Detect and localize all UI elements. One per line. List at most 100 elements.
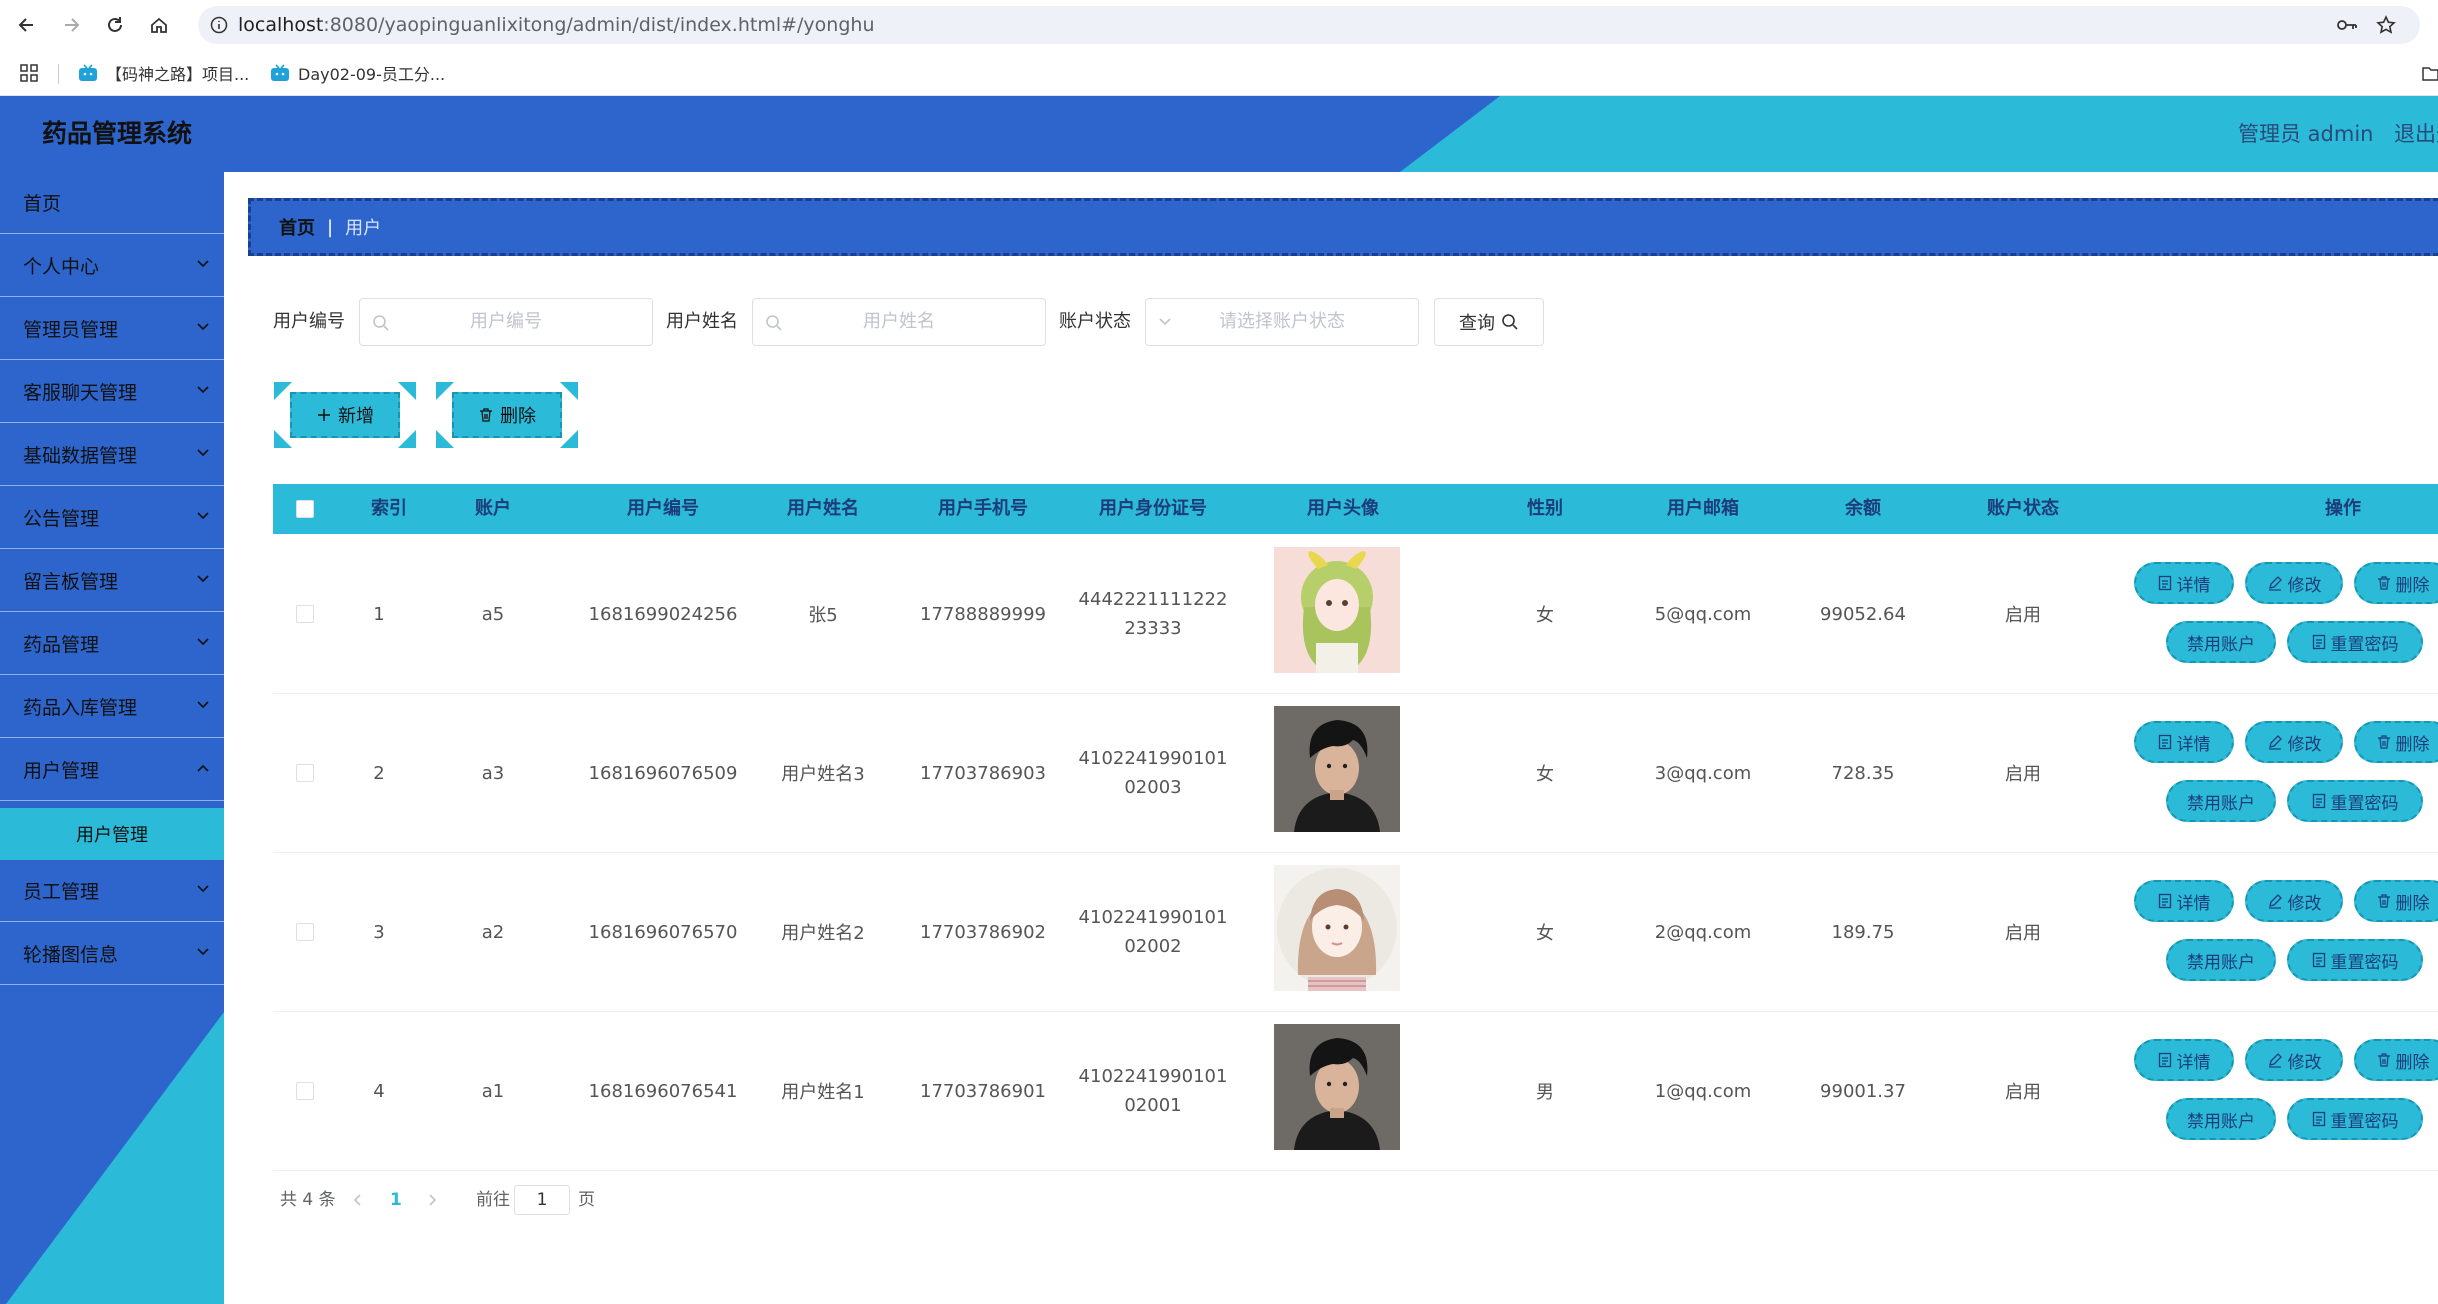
chevron-down-icon bbox=[196, 574, 210, 584]
sidebar-item-drug-stock-in[interactable]: 药品入库管理 bbox=[0, 676, 224, 738]
sidebar-item-drug[interactable]: 药品管理 bbox=[0, 613, 224, 675]
user-name-input[interactable]: 用户姓名 bbox=[752, 298, 1046, 346]
document-icon bbox=[2158, 734, 2172, 750]
cell-balance: 728.35 bbox=[1831, 762, 1895, 784]
table-row: 2 a3 1681696076509 用户姓名3 17703786903 410… bbox=[273, 694, 2438, 853]
row-checkbox[interactable] bbox=[296, 605, 314, 623]
pagination-goto-label: 前往 bbox=[476, 1190, 510, 1210]
bookmark-item-2[interactable]: Day02-09-员工分... bbox=[270, 60, 445, 86]
detail-button[interactable]: 详情 bbox=[2134, 1039, 2234, 1081]
sidebar-subitem-user-management[interactable]: 用户管理 bbox=[0, 808, 224, 860]
detail-button[interactable]: 详情 bbox=[2134, 721, 2234, 763]
sidebar-item-message-board[interactable]: 留言板管理 bbox=[0, 550, 224, 612]
apps-grid-icon[interactable] bbox=[20, 64, 38, 82]
trash-icon bbox=[478, 407, 494, 423]
reset-password-button[interactable]: 重置密码 bbox=[2287, 780, 2423, 822]
select-all-checkbox[interactable] bbox=[296, 500, 314, 518]
column-header-phone: 用户手机号 bbox=[938, 498, 1028, 519]
disable-account-button[interactable]: 禁用账户 bbox=[2166, 1098, 2276, 1140]
cell-email: 3@qq.com bbox=[1654, 762, 1752, 784]
detail-button[interactable]: 详情 bbox=[2134, 880, 2234, 922]
app-title: 药品管理系统 bbox=[42, 119, 193, 148]
bookmark-star-icon[interactable] bbox=[2376, 15, 2396, 35]
table-row: 4 a1 1681696076541 用户姓名1 17703786901 410… bbox=[273, 1012, 2438, 1171]
add-button[interactable]: 新增 bbox=[274, 382, 416, 448]
disable-account-button[interactable]: 禁用账户 bbox=[2166, 621, 2276, 663]
delete-button[interactable]: 删除 bbox=[2354, 562, 2438, 604]
edit-button[interactable]: 修改 bbox=[2245, 562, 2343, 604]
document-icon bbox=[2158, 893, 2172, 909]
edit-button[interactable]: 修改 bbox=[2245, 721, 2343, 763]
detail-button[interactable]: 详情 bbox=[2134, 562, 2234, 604]
cell-account: a2 bbox=[481, 921, 505, 943]
cell-id-card: 4102241990101 02002 bbox=[1078, 907, 1228, 957]
button-corner-decoration bbox=[560, 430, 578, 448]
table-header: 索引 账户 用户编号 用户姓名 用户手机号 用户身份证号 用户头像 性别 用户邮… bbox=[273, 484, 2438, 534]
disable-account-button[interactable]: 禁用账户 bbox=[2166, 780, 2276, 822]
batch-delete-button-body[interactable]: 删除 bbox=[452, 392, 562, 438]
column-header-balance: 余额 bbox=[1845, 498, 1881, 519]
chevron-down-icon bbox=[1158, 317, 1408, 327]
column-header-status: 账户状态 bbox=[1987, 498, 2059, 519]
sidebar-item-notice[interactable]: 公告管理 bbox=[0, 487, 224, 549]
password-key-icon[interactable] bbox=[2336, 16, 2358, 34]
sidebar-item-home[interactable]: 首页 bbox=[0, 172, 224, 234]
disable-account-button[interactable]: 禁用账户 bbox=[2166, 939, 2276, 981]
page-number-current[interactable]: 1 bbox=[390, 1184, 402, 1216]
batch-delete-button[interactable]: 删除 bbox=[436, 382, 578, 448]
delete-button[interactable]: 删除 bbox=[2354, 1039, 2438, 1081]
add-button-body[interactable]: 新增 bbox=[290, 392, 400, 438]
logout-link[interactable]: 退出登 bbox=[2394, 96, 2438, 172]
address-bar[interactable]: localhost:8080/yaopinguanlixitong/admin/… bbox=[198, 6, 2420, 44]
column-header-email: 用户邮箱 bbox=[1667, 498, 1739, 519]
row-checkbox[interactable] bbox=[296, 764, 314, 782]
delete-button[interactable]: 删除 bbox=[2354, 880, 2438, 922]
row-checkbox[interactable] bbox=[296, 1082, 314, 1100]
cell-gender: 男 bbox=[1536, 1082, 1554, 1103]
home-icon[interactable] bbox=[146, 12, 172, 38]
edit-button[interactable]: 修改 bbox=[2245, 880, 2343, 922]
cell-index: 2 bbox=[373, 762, 385, 784]
sidebar-item-admin[interactable]: 管理员管理 bbox=[0, 298, 224, 360]
bookmark-item-1[interactable]: 【码神之路】项目... bbox=[78, 60, 249, 86]
reset-password-button[interactable]: 重置密码 bbox=[2287, 621, 2423, 663]
forward-arrow-icon[interactable] bbox=[58, 12, 84, 38]
chevron-down-icon bbox=[196, 511, 210, 521]
trash-icon bbox=[2377, 575, 2391, 591]
app-header: 药品管理系统 管理员 admin 退出登 bbox=[0, 96, 2438, 172]
page-jump-input[interactable]: 1 bbox=[514, 1185, 570, 1215]
sidebar-item-personal-center[interactable]: 个人中心 bbox=[0, 235, 224, 297]
sidebar-item-carousel[interactable]: 轮播图信息 bbox=[0, 923, 224, 985]
bookmarks-divider bbox=[58, 64, 59, 84]
breadcrumb-home[interactable]: 首页 bbox=[279, 214, 315, 240]
plus-icon bbox=[316, 407, 332, 423]
reset-password-button[interactable]: 重置密码 bbox=[2287, 1098, 2423, 1140]
cell-phone: 17703786903 bbox=[920, 762, 1046, 784]
next-page-icon[interactable] bbox=[426, 1184, 438, 1216]
admin-user-label: 管理员 admin bbox=[2238, 122, 2374, 146]
query-button[interactable]: 查询 bbox=[1434, 298, 1544, 346]
site-info-icon[interactable] bbox=[210, 16, 228, 34]
reload-icon[interactable] bbox=[102, 12, 128, 38]
delete-button[interactable]: 删除 bbox=[2354, 721, 2438, 763]
row-checkbox[interactable] bbox=[296, 923, 314, 941]
sidebar-item-chat[interactable]: 客服聊天管理 bbox=[0, 361, 224, 423]
sidebar-item-user[interactable]: 用户管理 bbox=[0, 739, 224, 801]
sidebar-item-base-data[interactable]: 基础数据管理 bbox=[0, 424, 224, 486]
column-header-user-no: 用户编号 bbox=[627, 498, 699, 519]
reset-password-button[interactable]: 重置密码 bbox=[2287, 939, 2423, 981]
back-arrow-icon[interactable] bbox=[14, 12, 40, 38]
user-no-input[interactable]: 用户编号 bbox=[359, 298, 653, 346]
edit-button[interactable]: 修改 bbox=[2245, 1039, 2343, 1081]
column-header-actions: 操作 bbox=[2325, 498, 2361, 519]
chevron-down-icon bbox=[196, 448, 210, 458]
cell-account: a5 bbox=[481, 603, 505, 625]
sidebar-item-staff[interactable]: 员工管理 bbox=[0, 860, 224, 922]
cell-user-no: 1681696076509 bbox=[588, 762, 738, 784]
document-icon bbox=[2312, 793, 2326, 809]
folder-icon[interactable] bbox=[2422, 64, 2438, 82]
prev-page-icon[interactable] bbox=[352, 1184, 364, 1216]
table-row: 1 a5 1681699024256 张5 17788889999 444222… bbox=[273, 535, 2438, 694]
account-status-select[interactable]: 请选择账户状态 bbox=[1145, 298, 1419, 346]
avatar-man bbox=[1274, 1024, 1400, 1150]
